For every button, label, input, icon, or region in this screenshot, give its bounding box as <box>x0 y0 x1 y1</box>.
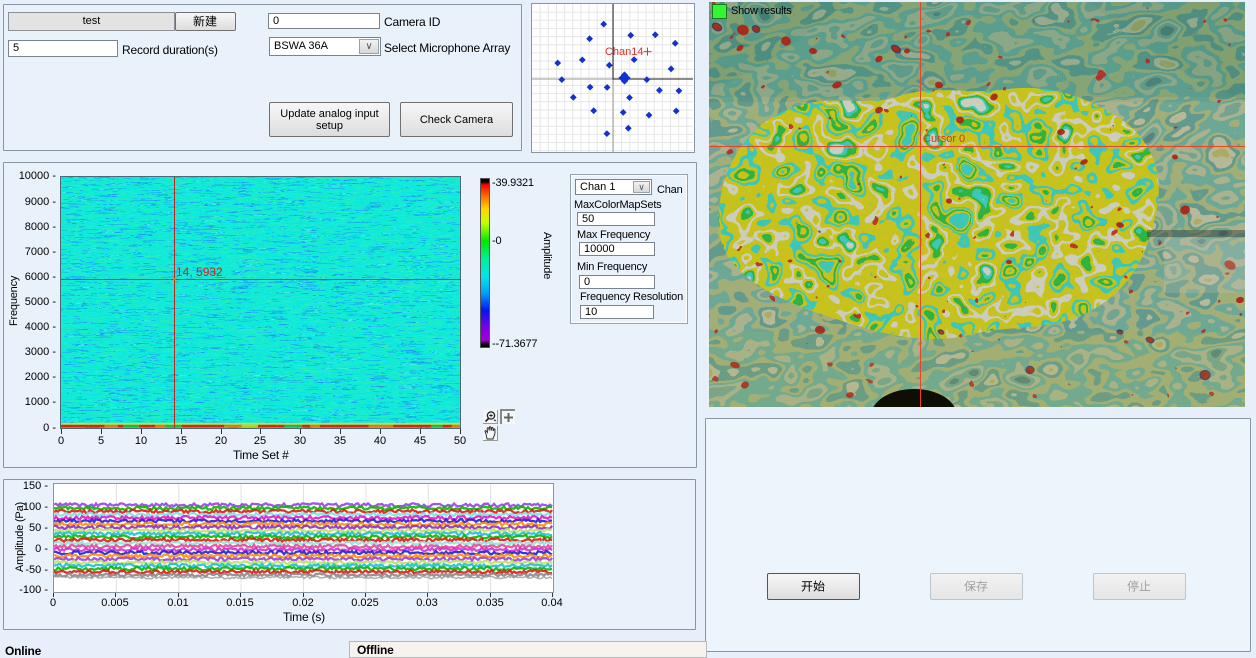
svg-text:14, 5932: 14, 5932 <box>176 265 223 279</box>
svg-text:Cursor 0: Cursor 0 <box>923 133 965 145</box>
svg-text:Chan14: Chan14 <box>605 46 644 58</box>
